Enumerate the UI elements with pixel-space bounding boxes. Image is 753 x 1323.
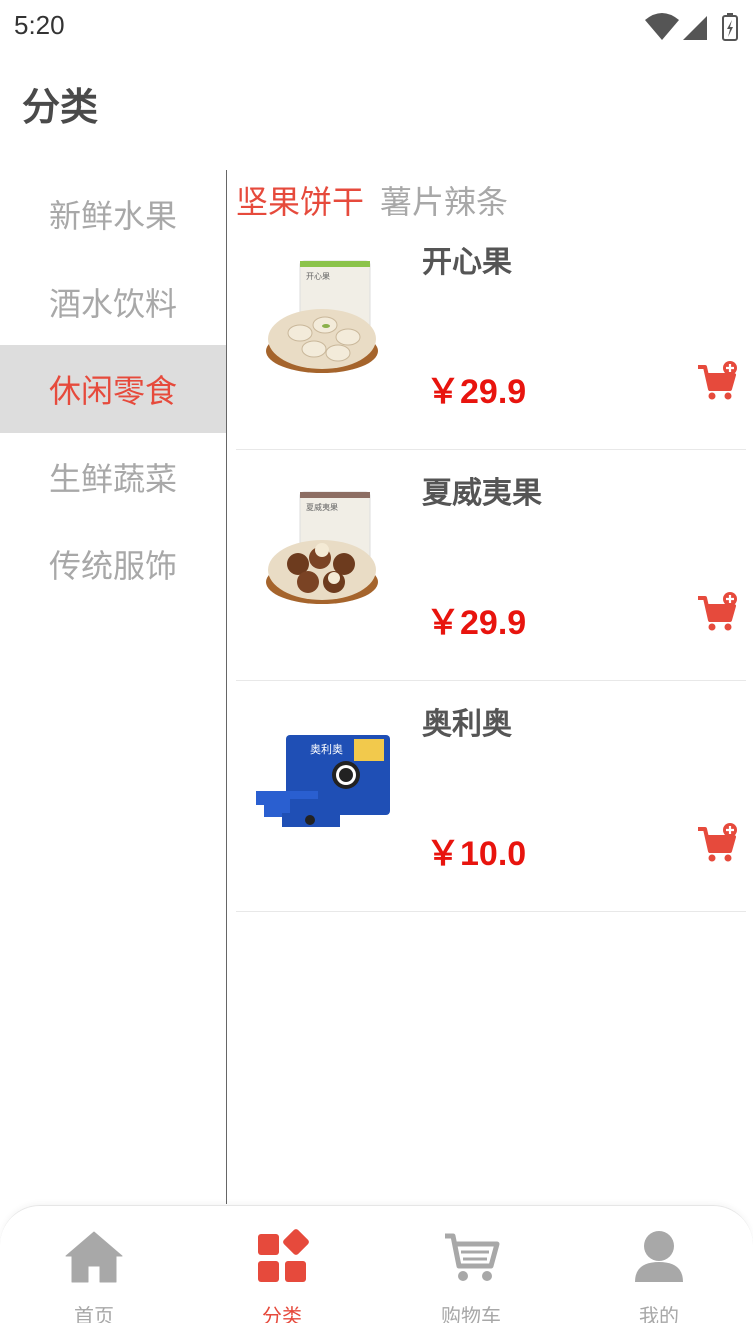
tabbar-profile-label: 我的: [639, 1304, 679, 1323]
sidebar-divider: [226, 170, 227, 1204]
product-price: ￥29.9: [426, 373, 527, 411]
tabbar-category-label: 分类: [262, 1304, 302, 1323]
macadamia-bowl-image: 夏威夷果: [266, 491, 378, 604]
tab-nuts-biscuits[interactable]: 坚果饼干: [236, 180, 364, 224]
cart-icon: [445, 1233, 500, 1281]
product-card[interactable]: 奥利奥 奥利奥 ￥10.0: [236, 681, 746, 912]
sidebar-item-clothing[interactable]: 传统服饰: [0, 520, 226, 608]
pistachio-bowl-image: 开心果: [266, 260, 378, 373]
svg-text:夏威夷果: 夏威夷果: [306, 502, 338, 512]
sidebar-item-vegetables[interactable]: 生鲜蔬菜: [0, 433, 226, 521]
tabbar-home[interactable]: 首页: [0, 1206, 188, 1323]
svg-text:开心果: 开心果: [306, 272, 330, 281]
signal-icon: [683, 16, 707, 40]
oreo-pack-image: 奥利奥: [256, 735, 390, 827]
tabbar-profile[interactable]: 我的: [565, 1206, 753, 1323]
product-name: 开心果: [422, 245, 512, 280]
product-name: 奥利奥: [422, 707, 512, 742]
add-to-cart-icon[interactable]: [696, 821, 740, 865]
bottom-tabbar: 首页 分类 购物车 我的: [0, 1205, 753, 1323]
page-title: 分类: [22, 85, 99, 129]
home-icon: [65, 1231, 123, 1283]
tabbar-cart-label: 购物车: [441, 1304, 501, 1323]
status-time: 5:20: [14, 10, 65, 40]
add-to-cart-icon[interactable]: [696, 359, 740, 403]
sidebar-item-snacks[interactable]: 休闲零食: [0, 345, 226, 433]
tabbar-cart[interactable]: 购物车: [377, 1206, 565, 1323]
status-bar: 5:20: [0, 0, 753, 52]
category-icon: [258, 1229, 309, 1282]
tabbar-category[interactable]: 分类: [188, 1206, 376, 1323]
subcategory-tabs: 坚果饼干 薯片辣条: [236, 180, 508, 224]
category-sidebar: 新鲜水果 酒水饮料 休闲零食 生鲜蔬菜 传统服饰: [0, 170, 226, 1204]
product-price: ￥10.0: [426, 835, 527, 873]
product-card[interactable]: 夏威夷果 夏威夷果 ￥29.9: [236, 450, 746, 681]
sidebar-item-fresh-fruit[interactable]: 新鲜水果: [0, 170, 226, 258]
svg-text:奥利奥: 奥利奥: [310, 742, 343, 756]
wifi-icon: [645, 13, 679, 40]
sidebar-item-drinks[interactable]: 酒水饮料: [0, 258, 226, 346]
add-to-cart-icon[interactable]: [696, 590, 740, 634]
user-icon: [635, 1231, 683, 1282]
status-icons: [645, 13, 738, 41]
tabbar-home-label: 首页: [74, 1304, 114, 1323]
tab-chips-spicy-strips[interactable]: 薯片辣条: [380, 180, 508, 224]
product-price: ￥29.9: [426, 604, 527, 642]
product-name: 夏威夷果: [422, 476, 542, 511]
product-card[interactable]: 开心果 开心果 ￥29.9: [236, 219, 746, 450]
